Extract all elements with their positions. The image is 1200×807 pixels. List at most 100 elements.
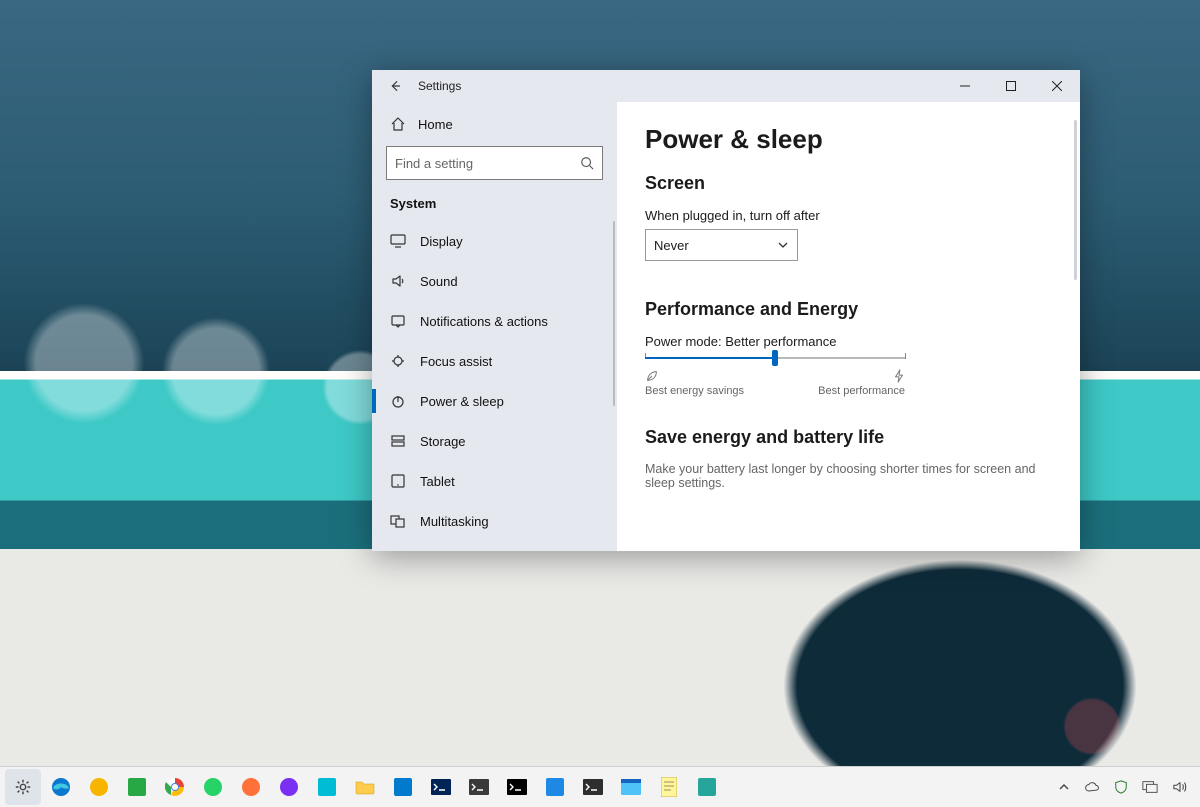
leaf-icon bbox=[645, 369, 659, 383]
screen-section: Screen When plugged in, turn off after N… bbox=[645, 173, 1052, 261]
arrow-left-icon bbox=[388, 79, 402, 93]
app-green-icon bbox=[128, 778, 146, 796]
tray-security-icon[interactable] bbox=[1114, 780, 1128, 794]
app-window-icon bbox=[621, 779, 641, 795]
maximize-icon bbox=[1006, 81, 1016, 91]
search-input[interactable]: Find a setting bbox=[386, 146, 603, 180]
taskbar-chrome-icon[interactable] bbox=[157, 769, 193, 805]
performance-heading: Performance and Energy bbox=[645, 299, 1052, 320]
nav-item-notif[interactable]: Notifications & actions bbox=[372, 301, 617, 341]
taskbar-notepad-icon[interactable] bbox=[651, 769, 687, 805]
taskbar-firefox-nightly-icon[interactable] bbox=[271, 769, 307, 805]
taskbar-vscode-icon[interactable] bbox=[385, 769, 421, 805]
vscode-icon bbox=[394, 778, 412, 796]
firefox-nightly-icon bbox=[279, 777, 299, 797]
nav-item-storage[interactable]: Storage bbox=[372, 421, 617, 461]
nav-item-label: Tablet bbox=[420, 474, 455, 489]
minimize-button[interactable] bbox=[942, 70, 988, 102]
tablet-icon bbox=[390, 473, 406, 489]
search-icon bbox=[580, 156, 594, 170]
screen-off-value: Never bbox=[654, 238, 689, 253]
app-blue-icon bbox=[546, 778, 564, 796]
taskbar-terminal-dark-icon[interactable] bbox=[575, 769, 611, 805]
terminal-alt-icon bbox=[469, 779, 489, 795]
settings-window: Settings Home Fin bbox=[372, 70, 1080, 551]
nav-category: System bbox=[372, 194, 617, 221]
taskbar-app-green-icon[interactable] bbox=[119, 769, 155, 805]
close-button[interactable] bbox=[1034, 70, 1080, 102]
back-button[interactable] bbox=[372, 70, 418, 102]
display-icon bbox=[390, 233, 406, 249]
slider-labels: Best energy savings Best performance bbox=[645, 369, 905, 397]
taskbar-cmd-icon[interactable] bbox=[499, 769, 535, 805]
nav-item-label: Power & sleep bbox=[420, 394, 504, 409]
titlebar: Settings bbox=[372, 70, 1080, 102]
power-mode-label: Power mode: Better performance bbox=[645, 334, 1052, 349]
powershell-icon bbox=[431, 779, 451, 795]
chrome-icon bbox=[165, 777, 185, 797]
taskbar-whatsapp-icon[interactable] bbox=[195, 769, 231, 805]
taskbar-app-teal-icon[interactable] bbox=[689, 769, 725, 805]
settings-nav: Home Find a setting System Display Sound N… bbox=[372, 102, 617, 551]
sound-icon bbox=[390, 273, 406, 289]
nav-item-label: Multitasking bbox=[420, 514, 489, 529]
nav-item-focus[interactable]: Focus assist bbox=[372, 341, 617, 381]
nav-item-multi[interactable]: Multitasking bbox=[372, 501, 617, 541]
nav-item-label: Storage bbox=[420, 434, 466, 449]
taskbar-app-window-icon[interactable] bbox=[613, 769, 649, 805]
power-mode-slider[interactable] bbox=[645, 357, 905, 359]
edge-icon bbox=[51, 777, 71, 797]
home-icon bbox=[390, 116, 406, 132]
maximize-button[interactable] bbox=[988, 70, 1034, 102]
tray-network-icon[interactable] bbox=[1142, 780, 1158, 794]
taskbar-powershell-icon[interactable] bbox=[423, 769, 459, 805]
minimize-icon bbox=[960, 81, 970, 91]
nav-item-power[interactable]: Power & sleep bbox=[372, 381, 617, 421]
energy-section: Save energy and battery life Make your b… bbox=[645, 427, 1052, 490]
nav-item-tablet[interactable]: Tablet bbox=[372, 461, 617, 501]
page-title: Power & sleep bbox=[645, 124, 1052, 155]
firefox-icon bbox=[241, 777, 261, 797]
taskbar-chrome-canary-icon[interactable] bbox=[81, 769, 117, 805]
nav-item-label: Focus assist bbox=[420, 354, 492, 369]
search-placeholder: Find a setting bbox=[395, 156, 580, 171]
energy-description: Make your battery last longer by choosin… bbox=[645, 462, 1052, 490]
nav-item-label: Display bbox=[420, 234, 463, 249]
storage-icon bbox=[390, 433, 406, 449]
taskbar-edge-icon[interactable] bbox=[43, 769, 79, 805]
focus-icon bbox=[390, 353, 406, 369]
notif-icon bbox=[390, 313, 406, 329]
nav-item-label: Notifications & actions bbox=[420, 314, 548, 329]
screen-off-label: When plugged in, turn off after bbox=[645, 208, 1052, 223]
screen-heading: Screen bbox=[645, 173, 1052, 194]
taskbar-terminal-alt-icon[interactable] bbox=[461, 769, 497, 805]
desktop: Settings Home Fin bbox=[0, 0, 1200, 807]
app-teal-icon bbox=[698, 778, 716, 796]
close-icon bbox=[1052, 81, 1062, 91]
nav-home[interactable]: Home bbox=[372, 102, 617, 146]
slider-left-label: Best energy savings bbox=[645, 385, 744, 397]
tray-onedrive-icon[interactable] bbox=[1084, 781, 1100, 793]
taskbar-app-blue-icon[interactable] bbox=[537, 769, 573, 805]
file-explorer-icon bbox=[355, 779, 375, 795]
performance-section: Performance and Energy Power mode: Bette… bbox=[645, 299, 1052, 397]
chrome-canary-icon bbox=[89, 777, 109, 797]
slider-thumb[interactable] bbox=[772, 350, 778, 366]
taskbar-app-cyan-icon[interactable] bbox=[309, 769, 345, 805]
screen-off-dropdown[interactable]: Never bbox=[645, 229, 798, 261]
nav-list[interactable]: Display Sound Notifications & actions Focus… bbox=[372, 221, 617, 551]
energy-heading: Save energy and battery life bbox=[645, 427, 1052, 448]
taskbar-settings-icon[interactable] bbox=[5, 769, 41, 805]
cmd-icon bbox=[507, 779, 527, 795]
slider-right-label: Best performance bbox=[818, 385, 905, 397]
nav-item-sound[interactable]: Sound bbox=[372, 261, 617, 301]
terminal-dark-icon bbox=[583, 779, 603, 795]
tray-speaker-icon[interactable] bbox=[1172, 780, 1188, 794]
chevron-down-icon bbox=[777, 239, 789, 251]
taskbar-firefox-icon[interactable] bbox=[233, 769, 269, 805]
taskbar-file-explorer-icon[interactable] bbox=[347, 769, 383, 805]
nav-item-display[interactable]: Display bbox=[372, 221, 617, 261]
nav-home-label: Home bbox=[418, 117, 453, 132]
system-tray bbox=[1050, 780, 1196, 794]
tray-chevron-up-icon[interactable] bbox=[1058, 781, 1070, 793]
